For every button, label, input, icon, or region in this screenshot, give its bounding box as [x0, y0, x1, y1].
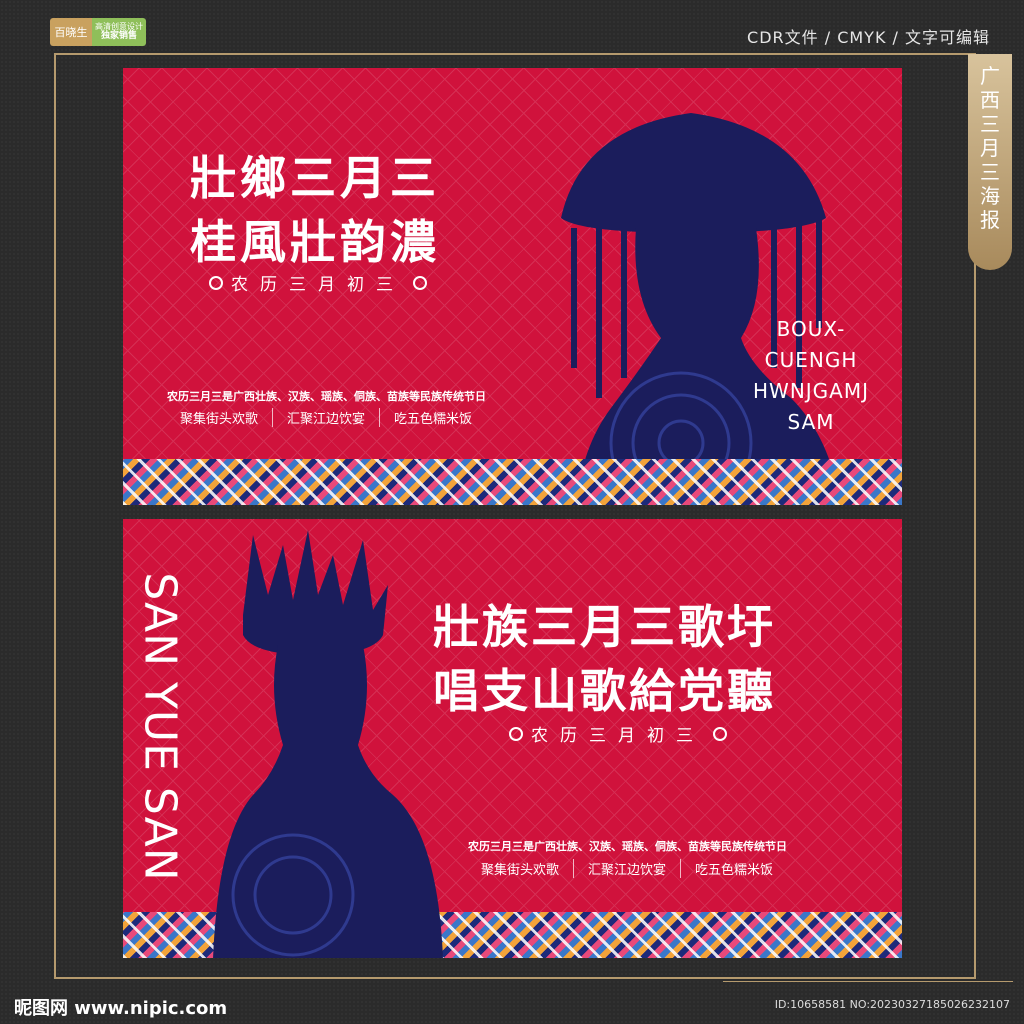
- zhuang-line: SAM: [787, 410, 835, 434]
- panel1-title-line2: 桂風壯韵濃: [190, 215, 440, 269]
- site-logo: 昵图网 www.nipic.com: [14, 998, 228, 1019]
- woman-headdress-silhouette: [561, 113, 841, 505]
- panel1-activities: 聚集街头欢歌 汇聚江边饮宴 吃五色糯米饭: [180, 408, 486, 427]
- badge-brand: 百晓生: [50, 18, 92, 46]
- lunar-text: 农历三月初三: [231, 275, 405, 295]
- badge-line1: 高清创意设计: [95, 21, 143, 31]
- circle-ornament-icon: [413, 275, 427, 290]
- ribbon-char: 报: [980, 208, 1000, 232]
- activity-item: 聚集街头欢歌: [481, 859, 575, 878]
- footer-divider: [723, 981, 1013, 982]
- ethnic-pattern-border: [123, 459, 902, 505]
- poster-panel-2: SAN YUE SAN 壯族三月三歌圩 唱支山歌給党聽 农历三月初三 农历三月三…: [123, 519, 902, 958]
- vertical-pinyin-text: SAN YUE SAN: [131, 537, 189, 917]
- file-info: CDR文件 / CMYK / 文字可编辑: [747, 28, 990, 47]
- panel1-lunar-date: 农历三月初三: [201, 270, 435, 295]
- ribbon-char: 三: [980, 112, 1000, 136]
- panel2-title-line1: 壯族三月三歌圩: [433, 600, 776, 654]
- circle-ornament-icon: [209, 275, 223, 290]
- panel2-description: 农历三月三是广西壮族、汉族、瑶族、侗族、苗族等民族传统节日: [468, 840, 787, 853]
- brand-badge: 百晓生 高清创意设计 独家销售: [50, 18, 146, 46]
- vertical-text: SAN YUE SAN: [134, 572, 186, 882]
- zhuang-line: HWNJGAMJ: [753, 379, 870, 403]
- ribbon-char: 西: [980, 88, 1000, 112]
- ribbon-char: 三: [980, 160, 1000, 184]
- activity-item: 吃五色糯米饭: [695, 863, 774, 878]
- lunar-text: 农历三月初三: [531, 726, 705, 746]
- panel2-title-line2: 唱支山歌給党聽: [433, 664, 776, 718]
- circle-ornament-icon: [509, 726, 523, 741]
- activity-item: 汇聚江边饮宴: [273, 408, 381, 427]
- ribbon-char: 月: [980, 136, 1000, 160]
- badge-tag: 高清创意设计 独家销售: [92, 18, 146, 46]
- zhuang-line: CUENGH: [764, 348, 858, 372]
- zhuang-text: BOUX- CUENGH HWNJGAMJ SAM: [753, 314, 869, 438]
- panel2-activities: 聚集街头欢歌 汇聚江边饮宴 吃五色糯米饭: [481, 859, 787, 878]
- image-id: ID:10658581 NO:20230327185026232107: [774, 998, 1010, 1011]
- ribbon-char: 广: [980, 64, 1000, 88]
- badge-line2: 独家销售: [100, 31, 137, 42]
- ribbon-char: 海: [980, 184, 1000, 208]
- panel1-description: 农历三月三是广西壮族、汉族、瑶族、侗族、苗族等民族传统节日: [167, 390, 486, 403]
- woman-crown-silhouette: [213, 530, 443, 958]
- activity-item: 汇聚江边饮宴: [574, 859, 682, 878]
- poster-panel-1: 壯鄉三月三 桂風壯韵濃 农历三月初三 农历三月三是广西壮族、汉族、瑶族、侗族、苗…: [123, 68, 902, 505]
- activity-item: 聚集街头欢歌: [180, 408, 274, 427]
- circle-ornament-icon: [713, 726, 727, 741]
- activity-item: 吃五色糯米饭: [394, 412, 473, 427]
- zhuang-line: BOUX-: [776, 317, 846, 341]
- side-ribbon: 广 西 三 月 三 海 报: [968, 54, 1012, 270]
- panel1-title-line1: 壯鄉三月三: [190, 151, 440, 205]
- panel2-lunar-date: 农历三月初三: [501, 721, 735, 746]
